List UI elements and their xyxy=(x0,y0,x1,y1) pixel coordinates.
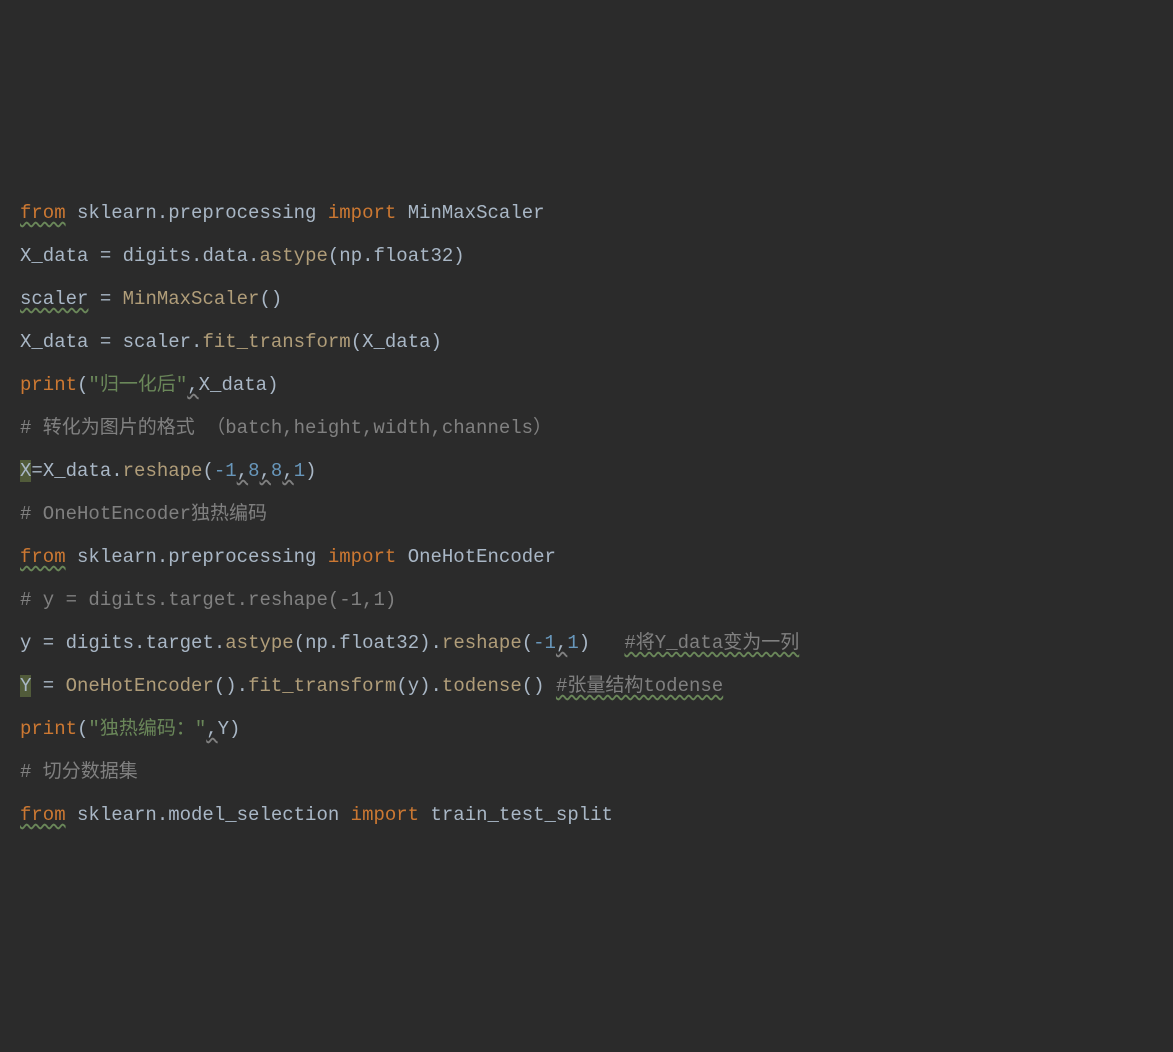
code-line[interactable]: print("归一化后",X_data) xyxy=(20,364,1173,407)
comma: , xyxy=(206,718,217,740)
code-line[interactable]: # y = digits.target.reshape(-1,1) xyxy=(20,579,1173,622)
method-call: todense xyxy=(442,675,522,697)
object-path: digits.target. xyxy=(66,632,226,654)
call-args: (np.float32) xyxy=(328,245,465,267)
inline-comment: #将Y_data变为一列 xyxy=(624,632,799,654)
code-line[interactable]: # OneHotEncoder独热编码 xyxy=(20,493,1173,536)
method-call: reshape xyxy=(123,460,203,482)
class-name: MinMaxScaler xyxy=(408,202,545,224)
code-line[interactable]: from sklearn.preprocessing import MinMax… xyxy=(20,192,1173,235)
variable-highlighted: Y xyxy=(20,675,31,697)
keyword-from: from xyxy=(20,202,66,224)
code-line[interactable]: from sklearn.preprocessing import OneHot… xyxy=(20,536,1173,579)
variable: X_data xyxy=(20,331,88,353)
keyword-import: import xyxy=(328,546,396,568)
class-call: MinMaxScaler xyxy=(123,288,260,310)
comment: # y = digits.target.reshape(-1,1) xyxy=(20,589,396,611)
method-call: astype xyxy=(225,632,293,654)
comment: # OneHotEncoder独热编码 xyxy=(20,503,267,525)
code-line[interactable]: from sklearn.model_selection import trai… xyxy=(20,794,1173,837)
method-call: astype xyxy=(259,245,327,267)
module-name: sklearn.model_selection xyxy=(77,804,339,826)
code-line[interactable]: # 转化为图片的格式 （batch,height,width,channels） xyxy=(20,407,1173,450)
number-literal: 1 xyxy=(567,632,578,654)
number-literal: -1 xyxy=(214,460,237,482)
code-line[interactable]: X=X_data.reshape(-1,8,8,1) xyxy=(20,450,1173,493)
number-literal: 1 xyxy=(294,460,305,482)
code-editor[interactable]: from sklearn.preprocessing import MinMax… xyxy=(20,192,1173,837)
keyword-from: from xyxy=(20,804,66,826)
module-name: sklearn.preprocessing xyxy=(77,546,316,568)
code-line[interactable]: # 切分数据集 xyxy=(20,751,1173,794)
variable: y xyxy=(20,632,31,654)
number-literal: 8 xyxy=(248,460,259,482)
code-line[interactable]: Y = OneHotEncoder().fit_transform(y).tod… xyxy=(20,665,1173,708)
code-line[interactable]: y = digits.target.astype(np.float32).res… xyxy=(20,622,1173,665)
method-call: reshape xyxy=(442,632,522,654)
function-name: train_test_split xyxy=(431,804,613,826)
comment: # 转化为图片的格式 （batch,height,width,channels） xyxy=(20,417,552,439)
variable: scaler xyxy=(20,288,88,310)
keyword-from: from xyxy=(20,546,66,568)
argument: Y xyxy=(218,718,229,740)
code-line[interactable]: X_data = digits.data.astype(np.float32) xyxy=(20,235,1173,278)
code-line[interactable]: X_data = scaler.fit_transform(X_data) xyxy=(20,321,1173,364)
object-path: X_data. xyxy=(43,460,123,482)
argument: X_data xyxy=(199,374,267,396)
comma: , xyxy=(187,374,198,396)
inline-comment: #张量结构todense xyxy=(556,675,723,697)
number-literal: -1 xyxy=(533,632,556,654)
keyword-import: import xyxy=(328,202,396,224)
module-name: sklearn.preprocessing xyxy=(77,202,316,224)
object-path: scaler. xyxy=(123,331,203,353)
string-literal: "归一化后" xyxy=(88,374,187,396)
class-name: OneHotEncoder xyxy=(408,546,556,568)
code-line[interactable]: print("独热编码：",Y) xyxy=(20,708,1173,751)
method-call: fit_transform xyxy=(248,675,396,697)
keyword-import: import xyxy=(351,804,419,826)
class-call: OneHotEncoder xyxy=(66,675,214,697)
number-literal: 8 xyxy=(271,460,282,482)
variable: X_data xyxy=(20,245,88,267)
string-literal: "独热编码：" xyxy=(88,718,206,740)
object-path: digits.data. xyxy=(123,245,260,267)
code-line[interactable]: scaler = MinMaxScaler() xyxy=(20,278,1173,321)
variable-highlighted: X xyxy=(20,460,31,482)
method-call: fit_transform xyxy=(202,331,350,353)
comment: # 切分数据集 xyxy=(20,761,138,783)
builtin-print: print xyxy=(20,718,77,740)
builtin-print: print xyxy=(20,374,77,396)
